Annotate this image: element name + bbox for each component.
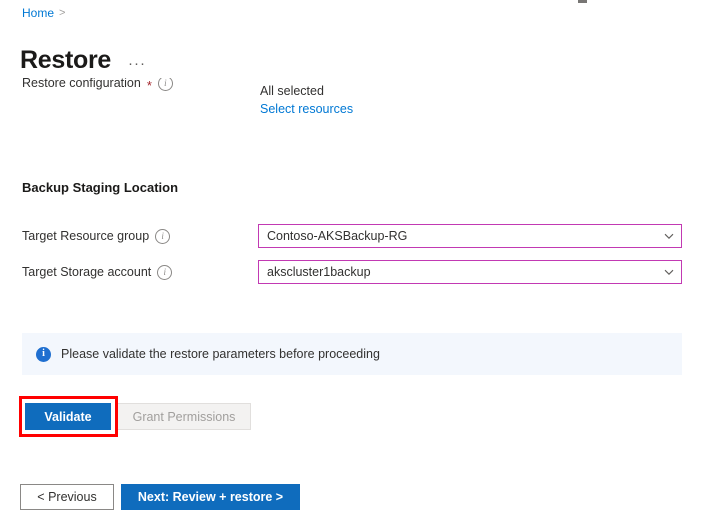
section-title-backup-staging-location: Backup Staging Location [22,179,178,197]
target-resource-group-label-text: Target Resource group [22,228,149,245]
target-resource-group-dropdown[interactable]: Contoso-AKSBackup-RG [258,224,682,248]
target-storage-account-value: akscluster1backup [267,265,661,279]
required-indicator: * [147,81,152,91]
restore-configuration-label-clip: Restore configuration * i [22,78,272,94]
target-storage-account-dropdown[interactable]: akscluster1backup [258,260,682,284]
page-title: Restore [20,45,111,75]
select-resources-link[interactable]: Select resources [260,102,353,116]
restore-configuration-value: All selected [260,82,353,100]
info-circle-icon[interactable]: i [158,78,173,91]
target-storage-account-label: Target Storage account i [22,264,172,281]
info-banner-message: Please validate the restore parameters b… [61,346,380,363]
target-resource-group-label: Target Resource group i [22,228,170,245]
breadcrumb: Home > [22,5,65,21]
target-resource-group-value: Contoso-AKSBackup-RG [267,229,661,243]
breadcrumb-separator-icon: > [59,5,65,21]
chevron-down-icon [661,264,677,280]
chevron-down-icon [661,228,677,244]
next-review-restore-button[interactable]: Next: Review + restore > [121,484,300,510]
clipped-header-artifact [578,0,587,3]
breadcrumb-item-home[interactable]: Home [22,5,54,21]
target-storage-account-label-text: Target Storage account [22,264,151,281]
restore-configuration-label: Restore configuration * i [22,78,173,92]
previous-button[interactable]: < Previous [20,484,114,510]
restore-configuration-value-group: All selected Select resources [260,82,353,118]
info-filled-icon: i [36,347,51,362]
info-banner: i Please validate the restore parameters… [22,333,682,375]
validate-button[interactable]: Validate [25,403,111,430]
info-circle-icon[interactable]: i [157,265,172,280]
restore-configuration-label-text: Restore configuration [22,78,141,92]
info-circle-icon[interactable]: i [155,229,170,244]
grant-permissions-button: Grant Permissions [117,403,251,430]
more-actions-icon[interactable]: ··· [125,55,149,73]
